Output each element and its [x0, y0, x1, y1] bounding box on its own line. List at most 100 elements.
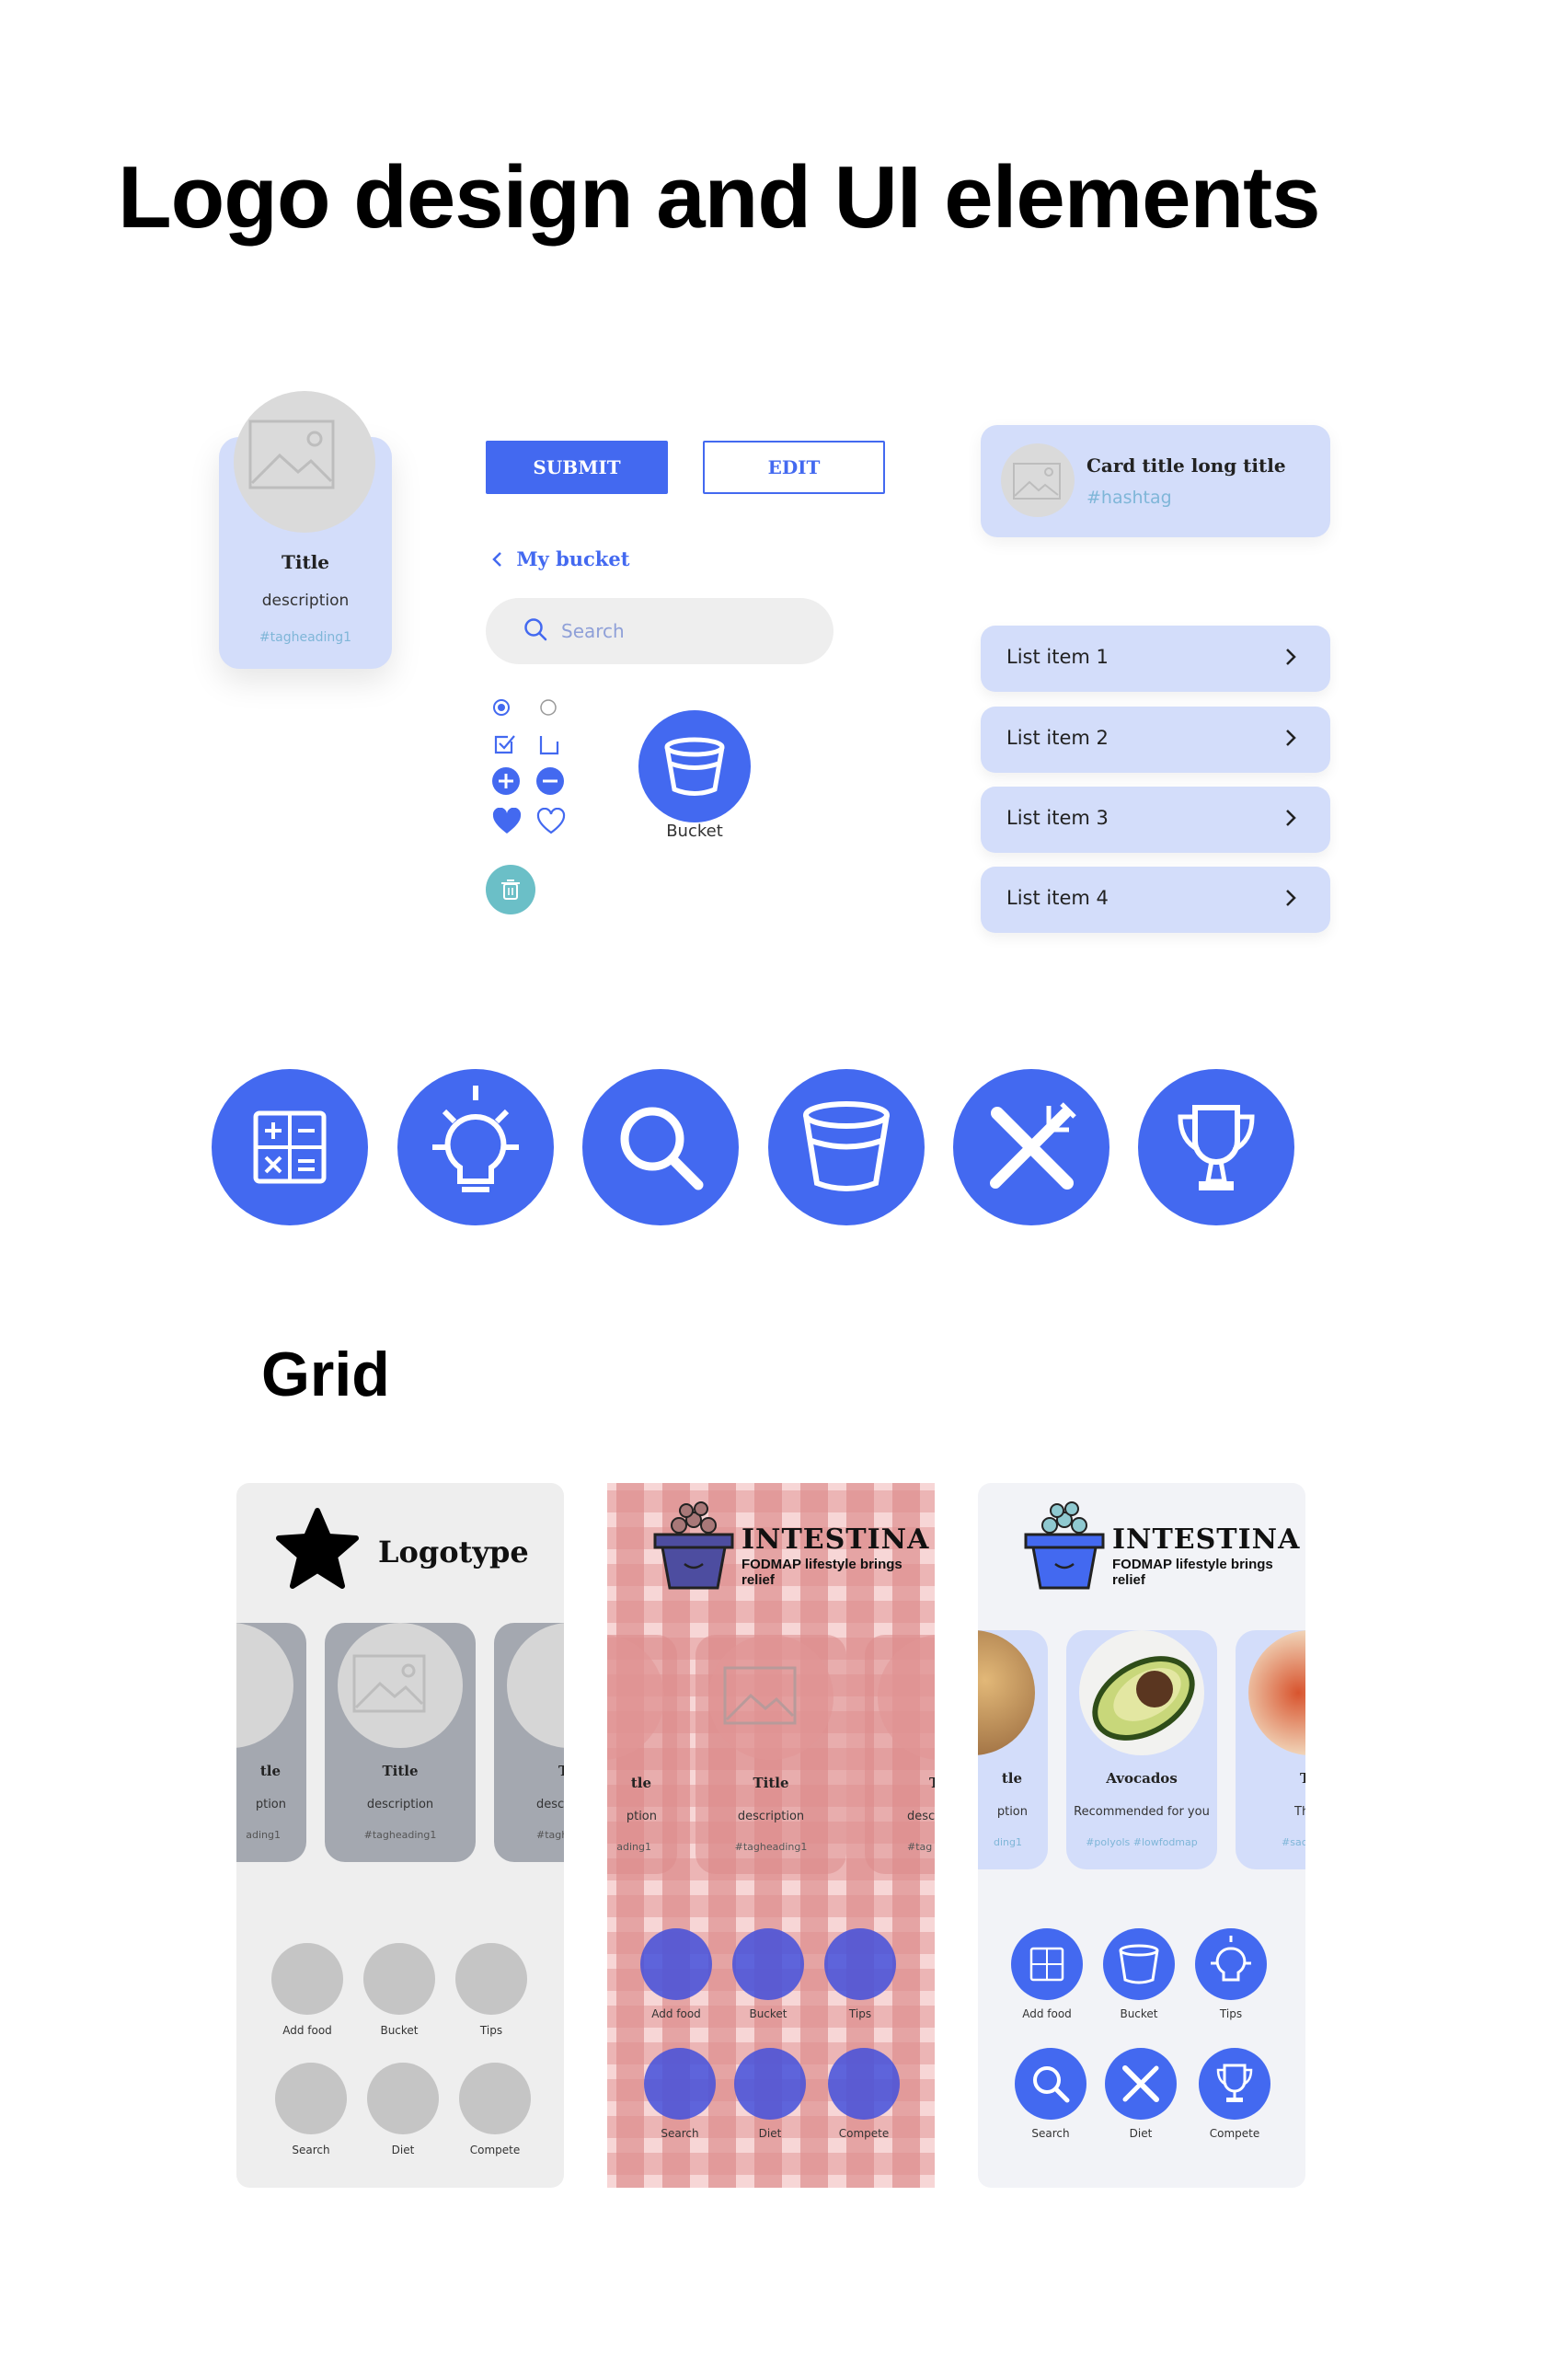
- card-description: ption: [626, 1810, 657, 1823]
- image-placeholder-icon: [708, 1635, 833, 1760]
- lightbulb-icon[interactable]: [397, 1069, 554, 1225]
- list-item[interactable]: List item 1: [981, 626, 1330, 692]
- bucket-icon: [1119, 1944, 1159, 1984]
- shortcut-label: Add food: [1022, 2007, 1072, 2020]
- submit-button[interactable]: SUBMIT: [486, 441, 668, 494]
- list-item-label: List item 2: [1006, 727, 1109, 749]
- fork-knife-icon: [1122, 2065, 1159, 2102]
- content-card[interactable]: tle ption ading1: [607, 1635, 677, 1874]
- checkbox-checked-icon[interactable]: [493, 732, 521, 760]
- content-card[interactable]: T Th #sac: [1236, 1630, 1305, 1869]
- shortcut-placeholder[interactable]: [271, 1943, 343, 2015]
- list-item[interactable]: List item 3: [981, 787, 1330, 853]
- card-title: Card title long title: [1086, 454, 1286, 477]
- content-card[interactable]: T desc #tagh: [494, 1623, 564, 1862]
- shortcut-label: Add food: [282, 2024, 332, 2037]
- shortcut-label: Diet: [1129, 2127, 1153, 2140]
- checkbox-unchecked-icon[interactable]: [537, 732, 565, 760]
- shortcut-label: Compete: [469, 2144, 521, 2156]
- search-icon[interactable]: [582, 1069, 739, 1225]
- food-photo: [1248, 1630, 1305, 1755]
- calculator-icon[interactable]: [212, 1069, 368, 1225]
- content-card[interactable]: tle ption ding1: [978, 1630, 1048, 1869]
- lightbulb-icon: [1211, 1936, 1251, 1982]
- back-link[interactable]: My bucket: [491, 547, 629, 570]
- heart-outline-icon[interactable]: [536, 807, 566, 835]
- shortcut-label: Bucket: [1120, 2007, 1158, 2020]
- pot-logo-icon: [1020, 1498, 1109, 1597]
- compete-button[interactable]: [1199, 2048, 1270, 2120]
- bucket-button[interactable]: [1103, 1928, 1175, 2000]
- card-tag: #tagheading1: [259, 630, 352, 645]
- chevron-right-icon: [1284, 646, 1297, 672]
- search-icon: [1033, 2066, 1070, 2103]
- bucket-button[interactable]: [638, 710, 751, 822]
- final-mockup-panel: INTESTINA FODMAP lifestyle brings relief…: [978, 1483, 1305, 2188]
- edit-button[interactable]: EDIT: [703, 441, 885, 494]
- shortcut-placeholder[interactable]: [455, 1943, 527, 2015]
- shortcut-placeholder[interactable]: [367, 2063, 439, 2134]
- content-card[interactable]: Title description #tagheading1: [696, 1635, 846, 1874]
- bucket-icon[interactable]: [768, 1069, 925, 1225]
- search-input[interactable]: Search: [486, 598, 833, 664]
- shortcut-placeholder[interactable]: [275, 2063, 347, 2134]
- diet-button[interactable]: [734, 2048, 806, 2120]
- chevron-right-icon: [1284, 807, 1297, 833]
- fork-knife-icon[interactable]: [953, 1069, 1109, 1225]
- card-title: Title: [382, 1763, 419, 1779]
- minus-circle-icon[interactable]: [535, 766, 564, 795]
- logotype-text: Logotype: [378, 1535, 529, 1569]
- brand-tagline: FODMAP lifestyle brings relief: [1112, 1557, 1273, 1588]
- card-title: Avocados: [1106, 1770, 1178, 1787]
- radio-unchecked-icon[interactable]: [537, 696, 565, 724]
- radio-checked-icon[interactable]: [490, 696, 518, 724]
- search-button[interactable]: [644, 2048, 716, 2120]
- trophy-icon[interactable]: [1138, 1069, 1294, 1225]
- card-description: ption: [255, 1798, 286, 1811]
- list-item[interactable]: List item 2: [981, 707, 1330, 773]
- chevron-right-icon: [1284, 887, 1297, 913]
- compete-button[interactable]: [828, 2048, 900, 2120]
- chevron-left-icon: [491, 547, 516, 570]
- diet-button[interactable]: [1105, 2048, 1177, 2120]
- shortcut-placeholder[interactable]: [363, 1943, 435, 2015]
- card-title: Title: [281, 551, 330, 573]
- grid-overlay-panel: INTESTINA FODMAP lifestyle brings relief…: [607, 1483, 935, 2188]
- list-item[interactable]: List item 4: [981, 867, 1330, 933]
- image-placeholder-icon: [338, 1623, 463, 1748]
- list-item-label: List item 3: [1006, 807, 1109, 829]
- content-card[interactable]: Avocados Recommended for you #polyols #l…: [1066, 1630, 1217, 1869]
- card-tag: #tagheading1: [734, 1841, 808, 1853]
- tips-button[interactable]: [824, 1928, 896, 2000]
- search-button[interactable]: [1015, 2048, 1086, 2120]
- shortcut-placeholder[interactable]: [459, 2063, 531, 2134]
- card-tag: #hashtag: [1086, 488, 1172, 508]
- search-icon: [523, 616, 548, 646]
- calculator-icon: [1029, 1947, 1064, 1982]
- card-title: T: [1300, 1770, 1305, 1787]
- content-card[interactable]: T desc #tag: [865, 1635, 935, 1874]
- wireframe-panel: Logotype tle ption ading1 Title descript…: [236, 1483, 564, 2188]
- add-food-button[interactable]: [640, 1928, 712, 2000]
- card-title: tle: [1001, 1770, 1022, 1787]
- bucket-label: Bucket: [666, 822, 723, 841]
- heart-filled-icon[interactable]: [492, 807, 522, 835]
- shortcut-label: Search: [292, 2144, 330, 2156]
- card-tag: ading1: [616, 1841, 651, 1853]
- content-card[interactable]: Title description #tagheading1: [325, 1623, 476, 1862]
- card-description: description: [366, 1798, 434, 1811]
- star-logo-icon: [273, 1505, 362, 1597]
- card-tag: #polyols #lowfodmap: [1086, 1836, 1198, 1848]
- bucket-button[interactable]: [732, 1928, 804, 2000]
- tips-button[interactable]: [1195, 1928, 1267, 2000]
- shortcut-label: Search: [1031, 2127, 1070, 2140]
- card-description: desc: [536, 1798, 564, 1811]
- content-card[interactable]: tle ption ading1: [236, 1623, 306, 1862]
- brand-tagline: FODMAP lifestyle brings relief: [742, 1557, 902, 1588]
- add-food-button[interactable]: [1011, 1928, 1083, 2000]
- brand-name: INTESTINA: [1112, 1523, 1301, 1556]
- delete-button[interactable]: [486, 865, 535, 914]
- shortcut-label: Search: [661, 2127, 699, 2140]
- plus-circle-icon[interactable]: [491, 766, 520, 795]
- trophy-icon: [1216, 2064, 1253, 2102]
